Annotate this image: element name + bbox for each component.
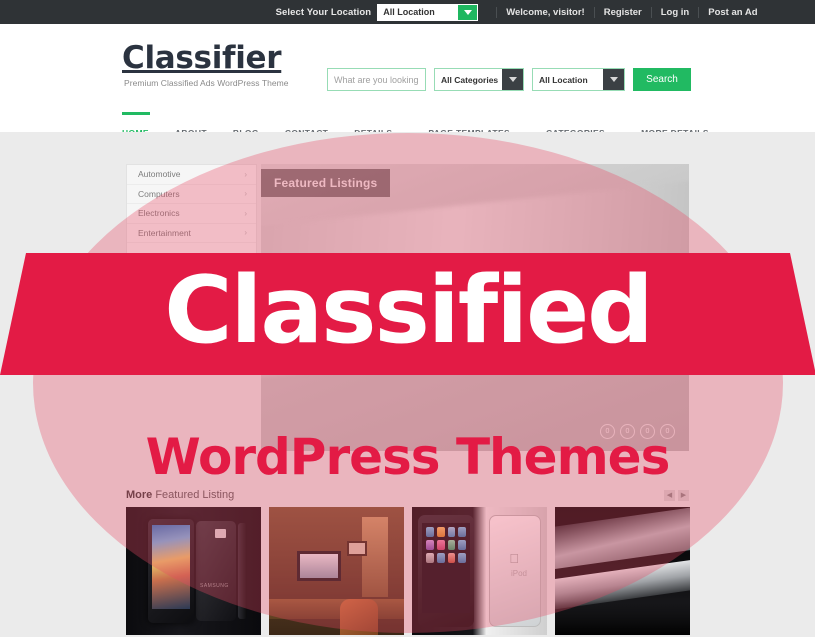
listing-thumbnail-office-desk-setup[interactable] [269, 507, 404, 635]
sidebar-item-label: Entertainment [138, 227, 191, 238]
chevron-right-icon: › [244, 208, 247, 218]
listing-thumbnail-laptop-computer[interactable] [555, 507, 690, 635]
register-link[interactable]: Register [595, 6, 652, 18]
chevron-down-icon[interactable] [458, 4, 478, 20]
chevron-right-icon: › [244, 228, 247, 238]
top-location-select-value: All Location [383, 7, 435, 17]
search-category-select[interactable]: All Categories [434, 68, 524, 91]
carousel-controls: ◀ ▶ [664, 489, 689, 501]
section-title-strong: More [126, 489, 153, 501]
sidebar-item-electronics[interactable]: Electronics › [127, 204, 256, 224]
post-an-ad-link[interactable]: Post an Ad [699, 7, 757, 18]
sidebar-item-automotive[interactable]: Automotive › [127, 165, 256, 185]
search-input[interactable] [327, 68, 426, 91]
top-bar: Select Your Location All Location Welcom… [0, 0, 815, 24]
login-link[interactable]: Log in [652, 6, 700, 18]
welcome-message: Welcome, visitor! [496, 6, 595, 18]
top-bar-links: Welcome, visitor! Register Log in Post a… [496, 6, 758, 18]
page-root: Select Your Location All Location Welcom… [0, 0, 815, 637]
featured-listings-badge: Featured Listings [261, 169, 391, 197]
chevron-right-icon: › [244, 169, 247, 179]
listing-thumbnail-samsung-galaxy-phone[interactable]: SAMSUNG [126, 507, 261, 635]
sidebar-item-label: Automotive [138, 169, 181, 180]
search-location-select[interactable]: All Location [532, 68, 625, 91]
arrow-right-icon[interactable]: ▶ [678, 489, 689, 501]
promo-subtitle: WordPress Themes [145, 428, 671, 486]
search-location-value: All Location [539, 74, 588, 85]
top-location-select[interactable]: All Location [377, 3, 479, 21]
promo-banner: Classified [0, 253, 815, 375]
arrow-left-icon[interactable]: ◀ [664, 489, 675, 501]
sidebar-item-computers[interactable]: Computers › [127, 185, 256, 204]
site-tagline: Premium Classified Ads WordPress Theme [124, 78, 289, 88]
chevron-down-icon[interactable] [603, 69, 624, 90]
promo-banner-text: Classified [164, 255, 653, 364]
more-featured-listing-section: More Featured Listing ◀ ▶ SAMSUNG iPod [126, 485, 690, 635]
site-header: Classifier Premium Classified Ads WordPr… [0, 24, 815, 146]
listing-thumbnails: SAMSUNG  iPod [126, 507, 690, 635]
sidebar-item-label: Electronics [138, 208, 180, 219]
chevron-down-icon[interactable] [502, 69, 523, 90]
sidebar-item-entertainment[interactable]: Entertainment › [127, 224, 256, 243]
site-logo[interactable]: Classifier [122, 40, 282, 76]
section-title-rest: Featured Listing [152, 489, 235, 501]
search-bar: All Categories All Location Search [327, 68, 691, 91]
page-content: Automotive › Computers › Electronics › E… [0, 132, 815, 637]
listing-thumbnail-apple-ipod-touch[interactable]:  iPod [412, 507, 547, 635]
sidebar-item-label: Computers [138, 188, 180, 199]
search-category-value: All Categories [441, 74, 499, 85]
section-title: More Featured Listing [126, 489, 234, 501]
select-location-label: Select Your Location [275, 6, 372, 18]
chevron-right-icon: › [244, 189, 247, 199]
search-button[interactable]: Search [633, 68, 691, 91]
